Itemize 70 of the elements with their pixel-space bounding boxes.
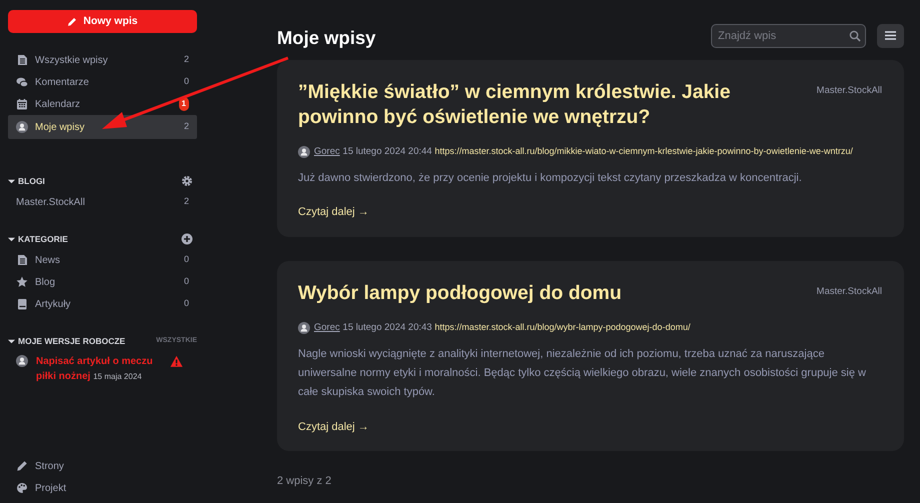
sidebar-item-label: Blog xyxy=(35,276,56,290)
sidebar-item-label: Komentarze xyxy=(35,76,90,90)
item-count: 0 xyxy=(184,253,189,266)
post-link[interactable]: https://master.stock-all.ru/blog/mikkie-wiato-w-ciemnym-krlestwie-jakie-powinno-by-owietlenie-we-wntrzu/ xyxy=(434,146,853,156)
pencil-icon xyxy=(67,16,78,26)
read-more-link[interactable]: Czytaj dalej → xyxy=(298,204,369,221)
item-count: 0 xyxy=(184,297,189,310)
sidebar-item[interactable]: Master.StockAll 2 xyxy=(8,191,197,213)
sidebar-item[interactable]: Strony xyxy=(8,455,197,477)
post-date: 15 lutego 2024 20:44 xyxy=(342,146,432,158)
sidebar-item[interactable]: Komentarze 0 xyxy=(8,71,197,93)
sidebar-item[interactable]: Kalendarz 1 xyxy=(8,93,197,115)
page-title: Moje wpisy xyxy=(277,26,377,50)
search-icon[interactable] xyxy=(849,30,861,42)
author-avatar-icon xyxy=(298,322,310,334)
sidebar-item[interactable]: Projekt xyxy=(8,477,197,499)
section-heading: BLOGI xyxy=(18,174,46,188)
sidebar-item[interactable]: Artykuły 0 xyxy=(8,293,197,315)
sidebar-item[interactable]: News 0 xyxy=(8,249,197,271)
item-count: 0 xyxy=(184,75,189,88)
sidebar-item-label: News xyxy=(35,254,62,268)
speech-bubbles-icon xyxy=(16,76,28,88)
collapse-icon[interactable] xyxy=(8,178,15,184)
book-icon xyxy=(16,298,28,310)
item-count: 2 xyxy=(184,120,189,134)
draft-entry[interactable]: Napisać artykuł o meczu piłki nożnej 15 maja 2024 xyxy=(36,355,162,384)
post-title[interactable]: Wybór lampy podłogowej do domu xyxy=(298,280,801,306)
collapse-icon[interactable] xyxy=(8,236,15,242)
post-date: 15 lutego 2024 20:43 xyxy=(342,322,432,334)
user-avatar-icon xyxy=(16,355,28,367)
menu-button[interactable] xyxy=(877,24,904,48)
sidebar-item[interactable]: Wszystkie wpisy 2 xyxy=(8,49,197,71)
pagination-info: 2 wpisy z 2 xyxy=(277,474,332,488)
author-link[interactable]: Gorec xyxy=(314,322,340,334)
post-excerpt: Już dawno stwierdzono, że przy ocenie projektu i kompozycji tekst czytany przeszkadza w koncentracji. xyxy=(298,171,803,186)
sidebar-item-label: Kalendarz xyxy=(35,98,82,112)
settings-icon[interactable] xyxy=(181,175,193,187)
item-count: 2 xyxy=(184,195,189,208)
search-field[interactable]: Znajdź wpis xyxy=(711,24,866,48)
pencil-icon xyxy=(16,460,28,472)
document-icon xyxy=(16,54,28,66)
author-link[interactable]: Gorec xyxy=(314,146,340,158)
sidebar-item-label: Strony xyxy=(35,460,65,474)
sidebar-item-label: Wszystkie wpisy xyxy=(35,54,109,68)
new-post-button[interactable]: Nowy wpis xyxy=(8,10,197,33)
sidebar-item-label: Master.StockAll xyxy=(16,196,86,210)
item-count: 2 xyxy=(184,53,189,66)
item-count: 0 xyxy=(184,275,189,288)
blog-name[interactable]: Master.StockAll xyxy=(816,284,882,300)
user-avatar-icon xyxy=(16,121,28,133)
sidebar-item[interactable]: Blog 0 xyxy=(8,271,197,293)
section-heading: KATEGORIE xyxy=(18,232,69,246)
collapse-icon[interactable] xyxy=(8,338,15,344)
document-icon xyxy=(16,254,28,266)
post-link[interactable]: https://master.stock-all.ru/blog/wybr-lampy-podogowej-do-domu/ xyxy=(434,322,690,332)
post-excerpt: Nagle wnioski wyciągnięte z analityki internetowej, niezależnie od ich poziomu, trzeba uznać za naruszające uniwersalne normy etyki i moralności. Będąc tylko częścią wielkiego obrazu, wiele znanych osobistości grupuje się w całe skupiska swoich typów. xyxy=(298,346,867,400)
post-title[interactable]: ”Miękkie światło” w ciemnym królestwie. Jakie powinno być oświetlenie we wnętrzu? xyxy=(298,80,801,130)
sidebar-item-label: Projekt xyxy=(35,482,68,496)
sidebar-item-label: Artykuły xyxy=(35,298,72,312)
star-icon xyxy=(16,276,28,288)
sidebar-item[interactable]: Moje wpisy 2 xyxy=(8,115,197,139)
sidebar-item-label: Moje wpisy xyxy=(35,120,86,134)
section-heading: MOJE WERSJE ROBOCZE xyxy=(18,334,126,348)
plus-circle-icon[interactable] xyxy=(181,233,193,245)
blog-name[interactable]: Master.StockAll xyxy=(816,84,882,98)
palette-icon xyxy=(16,482,28,494)
calendar-icon xyxy=(16,98,28,110)
read-more-link[interactable]: Czytaj dalej → xyxy=(298,418,369,436)
menu-icon xyxy=(885,31,896,40)
author-avatar-icon xyxy=(298,146,310,158)
